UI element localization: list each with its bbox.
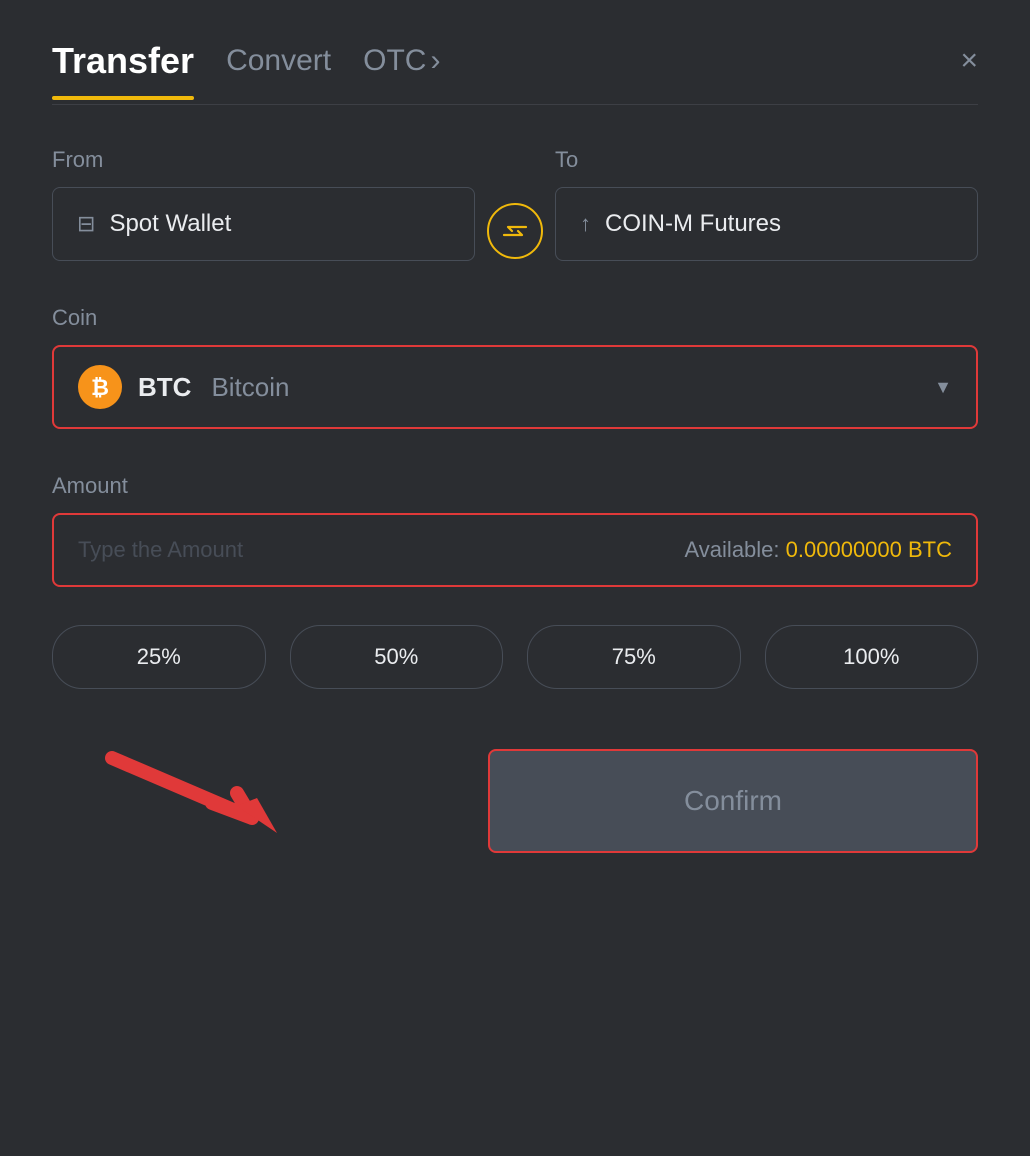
- from-wallet-selector[interactable]: ⊟ Spot Wallet: [52, 187, 475, 261]
- arrow-pointer-wrapper: [92, 738, 312, 853]
- coin-symbol: BTC: [138, 372, 191, 403]
- modal-header: Transfer Convert OTC › ×: [52, 40, 978, 82]
- pct-25-button[interactable]: 25%: [52, 625, 266, 689]
- amount-label: Amount: [52, 473, 978, 499]
- amount-section: Amount Type the Amount Available: 0.0000…: [52, 473, 978, 587]
- amount-placeholder: Type the Amount: [78, 537, 243, 563]
- svg-text:₿: ₿: [91, 375, 109, 400]
- tab-convert[interactable]: Convert: [226, 44, 331, 78]
- coin-dropdown-arrow: ▼: [934, 377, 952, 398]
- close-button[interactable]: ×: [960, 46, 978, 76]
- arrow-svg: [92, 738, 312, 848]
- transfer-modal: Transfer Convert OTC › × From ⊟ Spot Wal…: [0, 0, 1030, 1156]
- pct-50-button[interactable]: 50%: [290, 625, 504, 689]
- amount-box: Type the Amount Available: 0.00000000 BT…: [52, 513, 978, 587]
- tab-otc[interactable]: OTC ›: [363, 44, 440, 78]
- confirm-area: Confirm: [52, 749, 978, 853]
- coin-label: Coin: [52, 305, 978, 331]
- coin-section: Coin ₿ BTC Bitcoin ▼: [52, 305, 978, 429]
- swap-wrapper: [475, 203, 555, 261]
- pct-75-button[interactable]: 75%: [527, 625, 741, 689]
- available-value: 0.00000000 BTC: [786, 537, 952, 562]
- futures-icon: ↑: [580, 211, 591, 237]
- from-wallet-text: Spot Wallet: [109, 210, 231, 238]
- swap-button[interactable]: [487, 203, 543, 259]
- bitcoin-symbol: ₿: [87, 374, 113, 400]
- available-label: Available:: [685, 537, 780, 562]
- to-section: To ↑ COIN-M Futures: [555, 147, 978, 261]
- from-label: From: [52, 147, 475, 173]
- available-display: Available: 0.00000000 BTC: [685, 537, 952, 563]
- from-to-row: From ⊟ Spot Wallet To ↑ COIN-M Futures: [52, 147, 978, 261]
- btc-icon: ₿: [78, 365, 122, 409]
- wallet-icon: ⊟: [77, 211, 95, 237]
- confirm-button[interactable]: Confirm: [488, 749, 978, 853]
- coin-dropdown[interactable]: ₿ BTC Bitcoin ▼: [52, 345, 978, 429]
- percentage-row: 25% 50% 75% 100%: [52, 625, 978, 689]
- header-divider: [52, 104, 978, 105]
- to-label: To: [555, 147, 978, 173]
- tab-transfer[interactable]: Transfer: [52, 40, 194, 82]
- coin-fullname: Bitcoin: [211, 372, 289, 403]
- pct-100-button[interactable]: 100%: [765, 625, 979, 689]
- to-wallet-selector[interactable]: ↑ COIN-M Futures: [555, 187, 978, 261]
- to-wallet-text: COIN-M Futures: [605, 210, 781, 238]
- swap-icon: [502, 221, 528, 241]
- otc-chevron: ›: [430, 44, 440, 78]
- from-section: From ⊟ Spot Wallet: [52, 147, 475, 261]
